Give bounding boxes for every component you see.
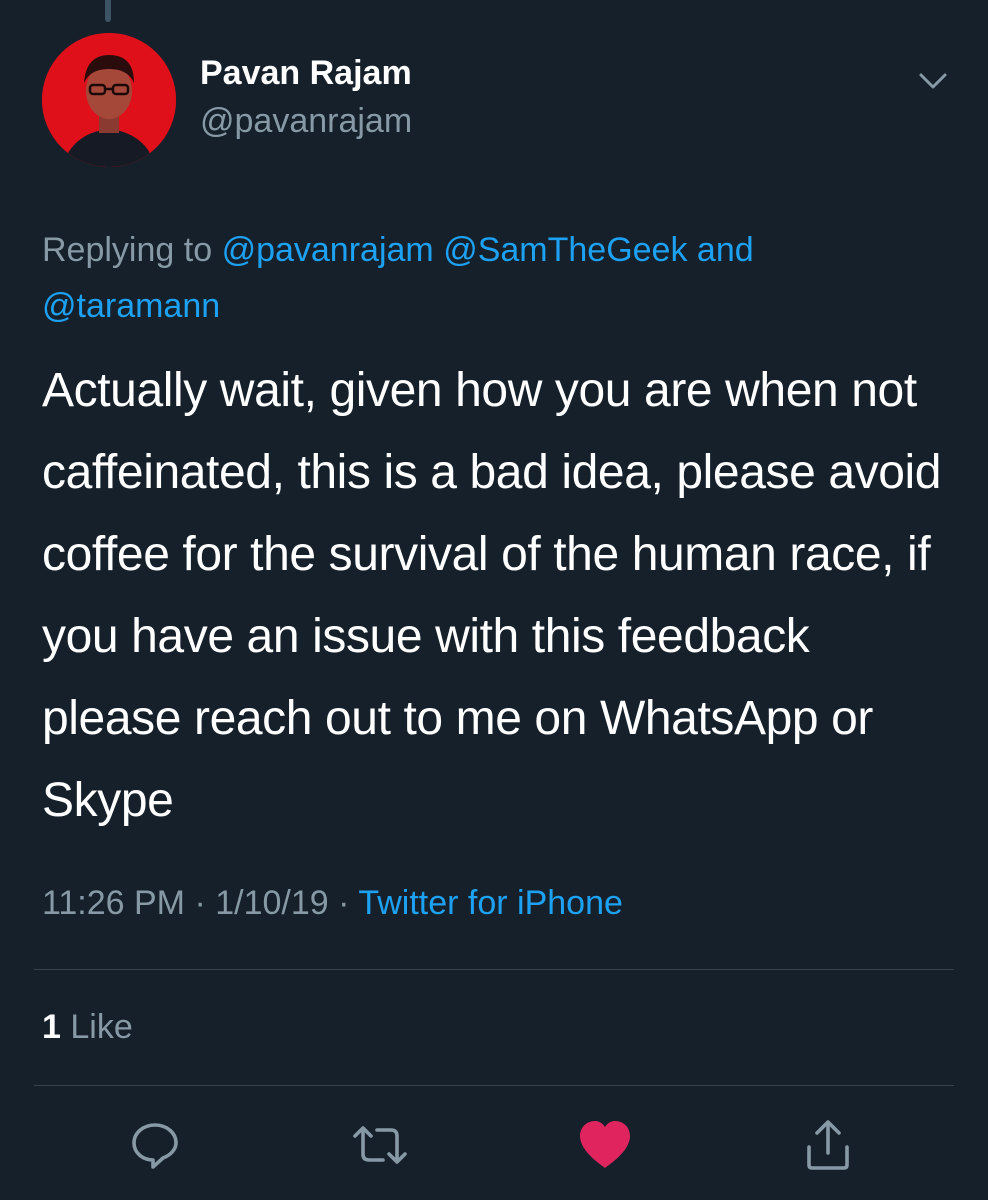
share-icon bbox=[807, 1120, 849, 1170]
like-label: Like bbox=[70, 1008, 133, 1046]
author-handle[interactable]: @pavanrajam bbox=[200, 102, 412, 141]
replying-to-line: Replying to @pavanrajam @SamTheGeek and … bbox=[42, 222, 922, 334]
avatar-image bbox=[42, 33, 176, 167]
tweet-time: 11:26 PM bbox=[42, 884, 186, 922]
retweet-button[interactable] bbox=[350, 1115, 410, 1175]
divider bbox=[34, 1085, 954, 1086]
tweet-source-link[interactable]: Twitter for iPhone bbox=[358, 884, 623, 922]
chevron-down-icon bbox=[919, 73, 947, 89]
like-count: 1 bbox=[42, 1008, 61, 1046]
heart-icon bbox=[580, 1121, 630, 1168]
more-options-chevron[interactable] bbox=[918, 70, 948, 92]
meta-separator: · bbox=[338, 884, 350, 922]
avatar[interactable] bbox=[42, 33, 176, 167]
tweet-date: 1/10/19 bbox=[215, 884, 329, 922]
replying-to-label: Replying to bbox=[42, 231, 213, 269]
tweet-text: Actually wait, given how you are when no… bbox=[42, 364, 942, 827]
thread-connector-line bbox=[105, 0, 111, 22]
mention-link[interactable]: @pavanrajam bbox=[222, 231, 434, 269]
reply-icon bbox=[132, 1123, 178, 1169]
tweet-metadata: 11:26 PM · 1/10/19 · Twitter for iPhone bbox=[42, 884, 623, 923]
like-button[interactable] bbox=[575, 1115, 635, 1175]
mention-link[interactable]: @taramann bbox=[42, 287, 220, 325]
mention-conjunction: and bbox=[696, 231, 754, 269]
divider bbox=[34, 969, 954, 970]
retweet-icon bbox=[353, 1126, 407, 1164]
meta-separator: · bbox=[194, 884, 206, 922]
share-button[interactable] bbox=[798, 1115, 858, 1175]
reply-button[interactable] bbox=[125, 1115, 185, 1175]
likes-stat[interactable]: 1 Like bbox=[42, 1008, 133, 1047]
mention-link[interactable]: @SamTheGeek bbox=[443, 231, 687, 269]
author-display-name[interactable]: Pavan Rajam bbox=[200, 54, 412, 93]
